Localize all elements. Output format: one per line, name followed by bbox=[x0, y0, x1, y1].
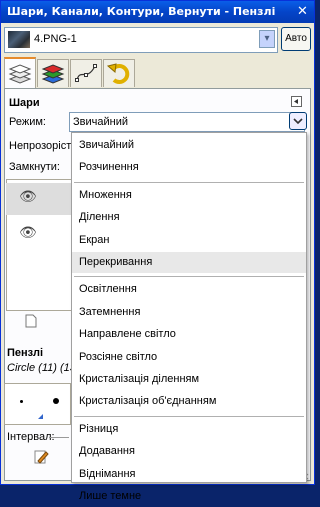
tab-paths[interactable] bbox=[70, 59, 102, 87]
mode-value: Звичайний bbox=[73, 116, 128, 128]
image-name: 4.PNG-1 bbox=[34, 33, 77, 45]
mode-menu-item[interactable]: Додавання bbox=[72, 441, 306, 462]
brush-preview[interactable] bbox=[20, 400, 23, 403]
mode-label: Режим: bbox=[9, 116, 46, 128]
layer-row-selected[interactable] bbox=[6, 183, 72, 215]
mode-menu-item[interactable]: Кристалізація діленням bbox=[72, 369, 306, 390]
image-selector[interactable]: 4.PNG-1 ▾ bbox=[4, 27, 278, 53]
mode-menu-item[interactable]: Множення bbox=[72, 185, 306, 206]
mode-dropdown-button[interactable] bbox=[289, 112, 307, 130]
paths-icon bbox=[75, 64, 97, 82]
menu-separator bbox=[74, 415, 304, 417]
new-layer-icon[interactable] bbox=[25, 314, 37, 328]
window-title: Шари, Канали, Контури, Вернути - Пензлі bbox=[7, 5, 276, 18]
tab-channels[interactable] bbox=[37, 59, 69, 87]
layers-dialog-window: Шари, Канали, Контури, Вернути - Пензлі … bbox=[0, 0, 315, 502]
layers-icon bbox=[8, 64, 32, 84]
mode-dropdown-menu: Звичайний Розчинення Множення Ділення Екран П… bbox=[71, 132, 307, 502]
dock-tabs bbox=[4, 57, 311, 89]
close-button[interactable]: ✕ bbox=[295, 4, 310, 19]
menu-separator bbox=[74, 181, 304, 183]
tab-undo[interactable] bbox=[103, 59, 135, 87]
panel-menu-icon[interactable] bbox=[291, 96, 302, 107]
opacity-label: Непрозорість: bbox=[9, 140, 81, 152]
lock-label: Замкнути: bbox=[9, 161, 60, 173]
edit-brush-icon[interactable] bbox=[30, 448, 52, 466]
mode-menu-item[interactable]: Екран bbox=[72, 230, 306, 251]
auto-button[interactable]: Авто bbox=[281, 27, 311, 51]
channels-icon bbox=[41, 64, 65, 84]
menu-separator bbox=[74, 276, 304, 278]
visibility-eye-icon[interactable]: 👁 bbox=[19, 188, 37, 205]
mode-menu-item[interactable]: Лише темне bbox=[72, 486, 306, 507]
undo-icon bbox=[106, 63, 130, 84]
mode-menu-item[interactable]: Ділення bbox=[72, 207, 306, 228]
image-thumbnail bbox=[8, 31, 30, 48]
mode-menu-item[interactable]: Звичайний bbox=[72, 135, 306, 156]
tab-layers[interactable] bbox=[4, 57, 36, 89]
mode-menu-item[interactable]: Розчинення bbox=[72, 157, 306, 178]
image-dropdown-button[interactable]: ▾ bbox=[259, 30, 275, 48]
image-selector-row: 4.PNG-1 ▾ Авто bbox=[4, 27, 311, 53]
mode-menu-item[interactable]: Розсіяне світло bbox=[72, 347, 306, 368]
interval-label: Інтервал: bbox=[7, 431, 55, 443]
mode-menu-item[interactable]: Різниця bbox=[72, 419, 306, 440]
mode-combo[interactable]: Звичайний bbox=[69, 112, 305, 132]
brush-grid[interactable] bbox=[4, 383, 71, 425]
layers-title: Шари bbox=[9, 97, 40, 109]
interval-slider-track[interactable] bbox=[49, 437, 69, 438]
title-bar[interactable]: Шари, Канали, Контури, Вернути - Пензлі … bbox=[1, 1, 314, 23]
mode-menu-item[interactable]: Кристалізація об'єднанням bbox=[72, 391, 306, 412]
brush-size-indicator bbox=[38, 414, 43, 419]
mode-menu-item[interactable]: Освітлення bbox=[72, 279, 306, 300]
mode-menu-item[interactable]: Віднімання bbox=[72, 464, 306, 485]
mode-menu-item[interactable]: Затемнення bbox=[72, 302, 306, 323]
chevron-down-icon bbox=[293, 118, 303, 125]
brush-preview[interactable] bbox=[53, 398, 59, 404]
visibility-eye-icon[interactable]: 👁 bbox=[19, 224, 37, 241]
mode-menu-item[interactable]: Перекривання bbox=[72, 252, 306, 273]
mode-menu-item[interactable]: Направлене світло bbox=[72, 324, 306, 345]
brushes-title: Пензлі bbox=[7, 347, 44, 359]
